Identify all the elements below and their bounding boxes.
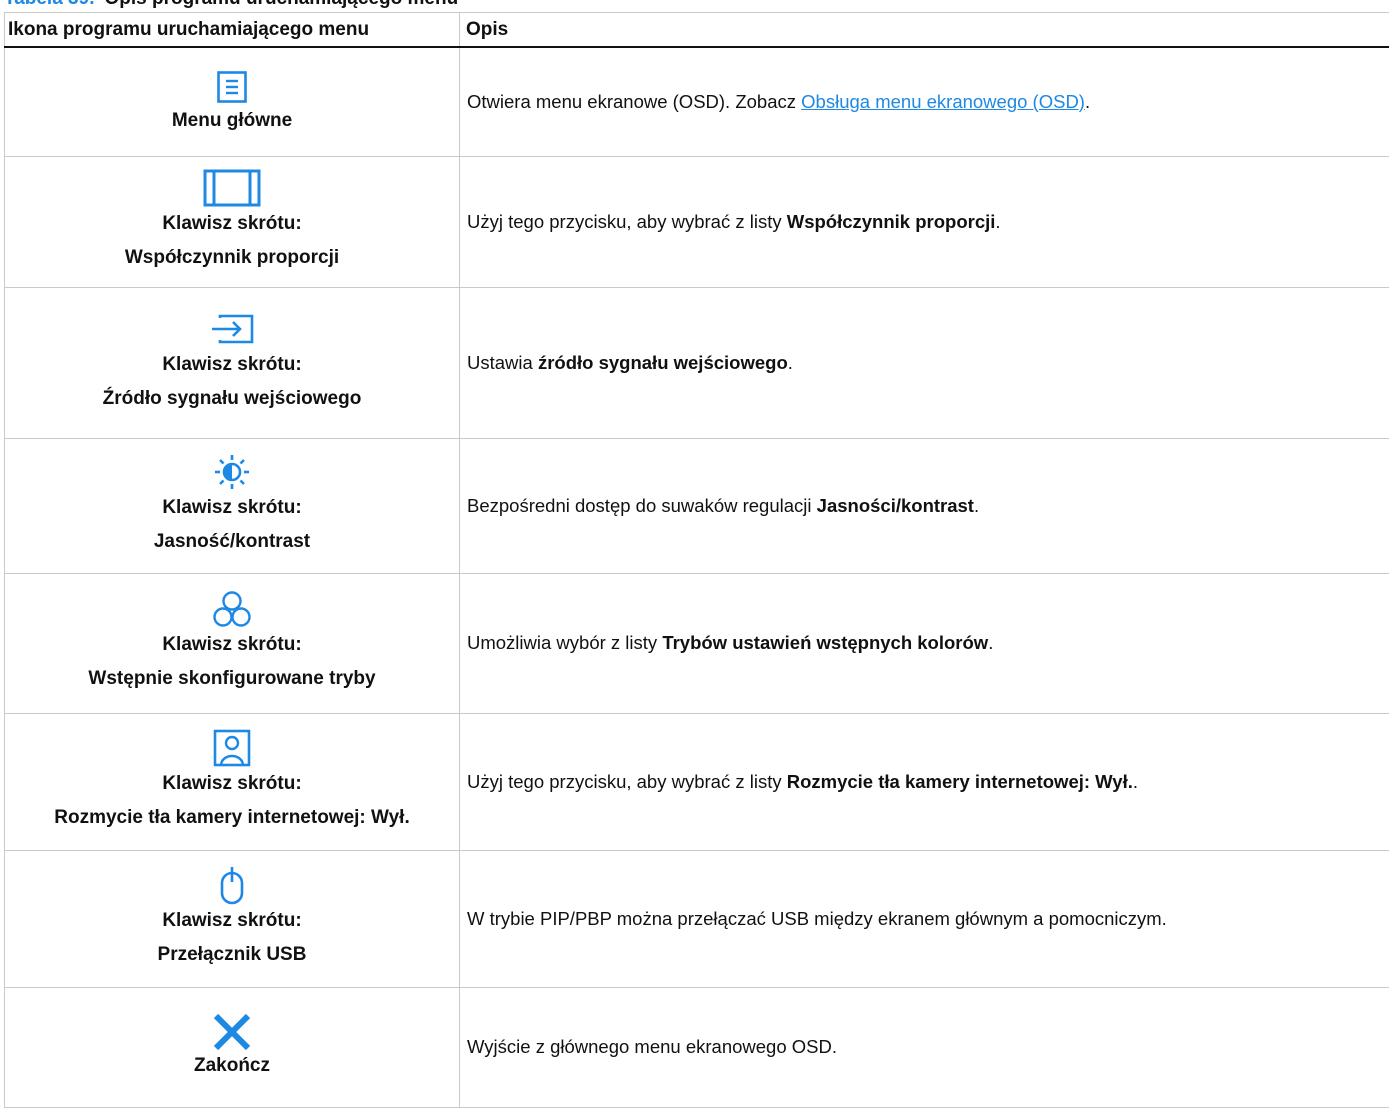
- description-text: Bezpośredni dostęp do suwaków regulacji: [467, 495, 817, 516]
- description-text: Wyjście z głównego menu ekranowego OSD.: [467, 1036, 837, 1057]
- row-title: Jasność/kontrast: [5, 525, 459, 559]
- header-icon-column: Ikona programu uruchamiającego menu: [5, 13, 460, 48]
- row-title: Zakończ: [5, 1051, 459, 1081]
- description-text: Użyj tego przycisku, aby wybrać z listy: [467, 771, 787, 792]
- row-shortcut-label: Klawisz skrótu:: [5, 491, 459, 525]
- table-caption-number: Tabela 39.: [4, 0, 94, 9]
- description-bold: Trybów ustawień wstępnych kolorów: [662, 632, 988, 653]
- table-header-row: Ikona programu uruchamiającego menu Opis: [5, 13, 1389, 48]
- table-caption-title: Opis programu uruchamiającego menu: [104, 0, 458, 9]
- table-row: Klawisz skrótu: Współczynnik proporcji U…: [5, 156, 1389, 287]
- brightness-contrast-icon: [5, 453, 459, 491]
- description-text-end: .: [988, 632, 993, 653]
- description-cell: Użyj tego przycisku, aby wybrać z listy …: [460, 156, 1389, 287]
- description-bold: Rozmycie tła kamery internetowej: Wył.: [787, 771, 1133, 792]
- description-cell: Umożliwia wybór z listy Trybów ustawień …: [460, 573, 1389, 713]
- description-text-end: .: [974, 495, 979, 516]
- header-description-column: Opis: [460, 13, 1389, 48]
- icon-cell: Klawisz skrótu: Wstępnie skonfigurowane …: [5, 573, 460, 713]
- description-text: Użyj tego przycisku, aby wybrać z listy: [467, 211, 787, 232]
- description-text: Ustawia: [467, 352, 538, 373]
- mouse-usb-switch-icon: [5, 866, 459, 904]
- icon-cell: Klawisz skrótu: Źródło sygnału wejściowe…: [5, 287, 460, 438]
- table-row: Zakończ Wyjście z głównego menu ekranowe…: [5, 987, 1389, 1107]
- description-bold: Współczynnik proporcji: [787, 211, 996, 232]
- description-bold: Jasności/kontrast: [817, 495, 974, 516]
- icon-cell: Klawisz skrótu: Przełącznik USB: [5, 850, 460, 987]
- row-title: Rozmycie tła kamery internetowej: Wył.: [5, 801, 459, 835]
- close-icon: [5, 1013, 459, 1051]
- description-cell: Ustawia źródło sygnału wejściowego.: [460, 287, 1389, 438]
- description-cell: Użyj tego przycisku, aby wybrać z listy …: [460, 713, 1389, 850]
- description-text-end: .: [1085, 91, 1090, 112]
- row-title: Współczynnik proporcji: [5, 241, 459, 275]
- table-row: Klawisz skrótu: Jasność/kontrast Bezpośr…: [5, 438, 1389, 573]
- icon-cell: Zakończ: [5, 987, 460, 1107]
- description-text-end: .: [1133, 771, 1138, 792]
- osd-link[interactable]: Obsługa menu ekranowego (OSD): [801, 91, 1085, 112]
- description-text: W trybie PIP/PBP można przełączać USB mi…: [467, 908, 1167, 929]
- table-row: Klawisz skrótu: Wstępnie skonfigurowane …: [5, 573, 1389, 713]
- row-shortcut-label: Klawisz skrótu:: [5, 628, 459, 662]
- row-title: Przełącznik USB: [5, 938, 459, 972]
- row-shortcut-label: Klawisz skrótu:: [5, 207, 459, 241]
- input-source-icon: [5, 310, 459, 348]
- table-row: Klawisz skrótu: Przełącznik USB W trybie…: [5, 850, 1389, 987]
- description-cell: W trybie PIP/PBP można przełączać USB mi…: [460, 850, 1389, 987]
- icon-cell: Klawisz skrótu: Współczynnik proporcji: [5, 156, 460, 287]
- icon-cell: Menu główne: [5, 47, 460, 156]
- table-row: Klawisz skrótu: Źródło sygnału wejściowe…: [5, 287, 1389, 438]
- description-text-end: .: [995, 211, 1000, 232]
- menu-icon: [5, 68, 459, 106]
- description-bold: źródło sygnału wejściowego: [538, 352, 788, 373]
- description-text-end: .: [788, 352, 793, 373]
- description-text: Otwiera menu ekranowe (OSD). Zobacz: [467, 91, 801, 112]
- webcam-blur-icon: [5, 729, 459, 767]
- description-cell: Bezpośredni dostęp do suwaków regulacji …: [460, 438, 1389, 573]
- row-shortcut-label: Klawisz skrótu:: [5, 904, 459, 938]
- description-cell: Otwiera menu ekranowe (OSD). Zobacz Obsł…: [460, 47, 1389, 156]
- preset-modes-icon: [5, 590, 459, 628]
- row-shortcut-label: Klawisz skrótu:: [5, 767, 459, 801]
- table-row: Klawisz skrótu: Rozmycie tła kamery inte…: [5, 713, 1389, 850]
- menu-launcher-table: Ikona programu uruchamiającego menu Opis…: [4, 12, 1389, 1108]
- table-caption: Tabela 39. Opis programu uruchamiającego …: [4, 0, 458, 10]
- row-title: Źródło sygnału wejściowego: [5, 382, 459, 416]
- icon-cell: Klawisz skrótu: Rozmycie tła kamery inte…: [5, 713, 460, 850]
- description-text: Umożliwia wybór z listy: [467, 632, 662, 653]
- description-cell: Wyjście z głównego menu ekranowego OSD.: [460, 987, 1389, 1107]
- row-title: Menu główne: [5, 106, 459, 136]
- aspect-ratio-icon: [5, 169, 459, 207]
- table-row: Menu główne Otwiera menu ekranowe (OSD).…: [5, 47, 1389, 156]
- row-shortcut-label: Klawisz skrótu:: [5, 348, 459, 382]
- icon-cell: Klawisz skrótu: Jasność/kontrast: [5, 438, 460, 573]
- row-title: Wstępnie skonfigurowane tryby: [5, 662, 459, 696]
